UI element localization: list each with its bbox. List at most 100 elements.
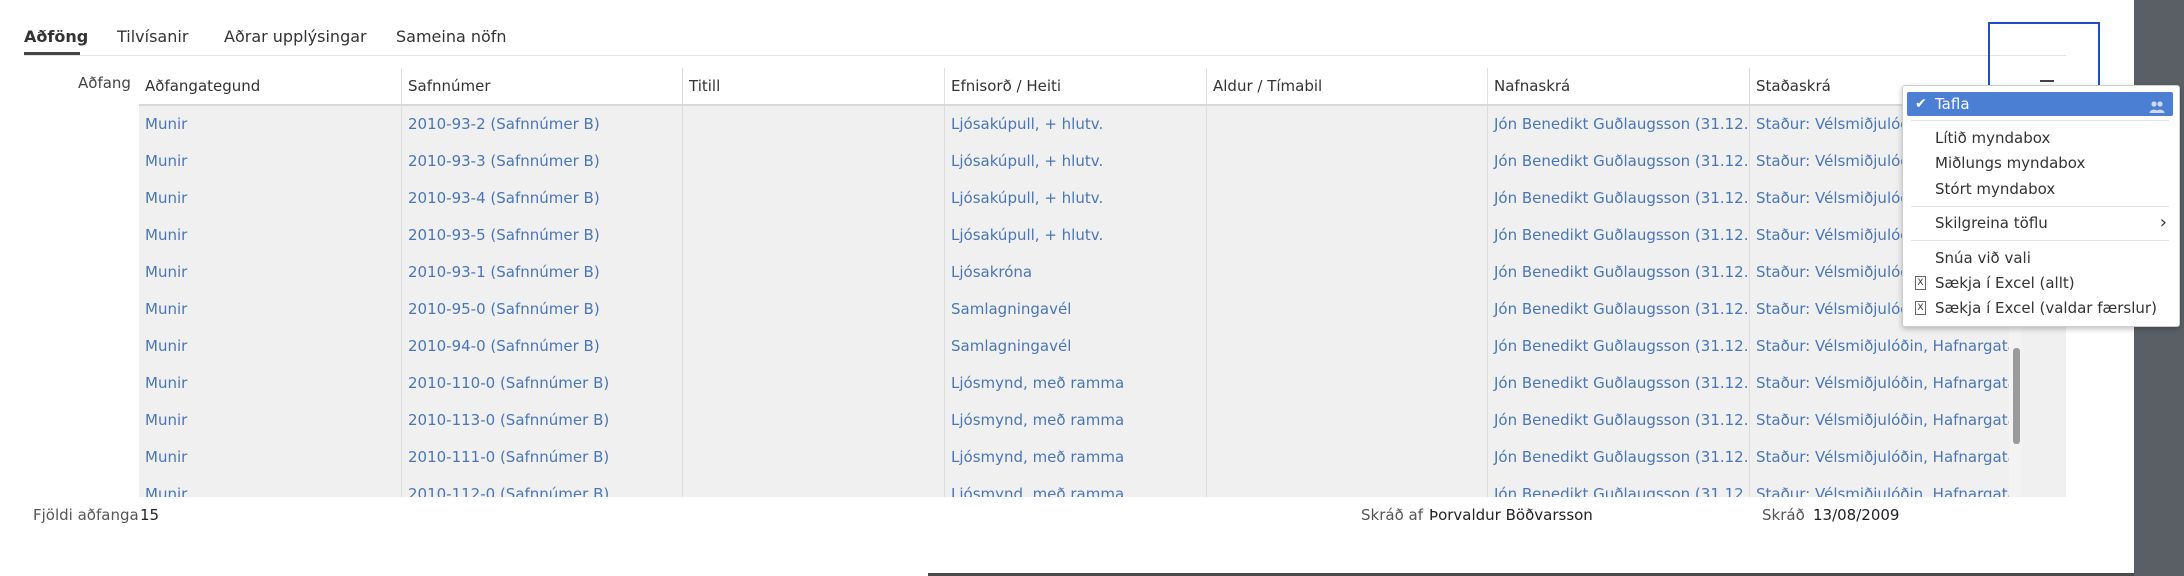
menu-item-stort-myndabox[interactable]: Stórt myndabox [1903, 177, 2177, 201]
cell-efnisord[interactable]: Ljósmynd, með ramma [944, 365, 1206, 402]
cell-safnnumer[interactable]: 2010-93-4 (Safnnúmer B) [401, 180, 682, 217]
table-row[interactable]: Munir 2010-93-3 (Safnnúmer B) Ljósakúpull,… [139, 143, 2009, 181]
scrollbar-thumb[interactable] [2013, 348, 2020, 444]
column-header-adfangategund[interactable]: Aðfangategund [139, 68, 401, 104]
cell-efnisord[interactable]: Ljósmynd, með ramma [944, 439, 1206, 476]
cell-nafnaskra[interactable]: Jón Benedikt Guðlaugsson (31.12.1 [1487, 476, 1749, 497]
cell-nafnaskra[interactable]: Jón Benedikt Guðlaugsson (31.12.1 [1487, 402, 1749, 439]
menu-item-label: Skilgreina töflu [1935, 214, 2048, 232]
tab-sameina-nofn[interactable]: Sameina nöfn [396, 27, 507, 46]
cell-efnisord[interactable]: Samlagningavél [944, 328, 1206, 365]
cell-titill [682, 254, 944, 291]
menu-item-litid-myndabox[interactable]: Lítið myndabox [1903, 126, 2177, 150]
cell-aldur [1206, 143, 1487, 180]
table-row[interactable]: Munir 2010-95-0 (Safnnúmer B) Samlagningav… [139, 291, 2009, 329]
cell-safnnumer[interactable]: 2010-95-0 (Safnnúmer B) [401, 291, 682, 328]
cell-safnnumer[interactable]: 2010-112-0 (Safnnúmer B) [401, 476, 682, 497]
cell-safnnumer[interactable]: 2010-94-0 (Safnnúmer B) [401, 328, 682, 365]
cell-efnisord[interactable]: Ljósmynd, með ramma [944, 476, 1206, 497]
cell-aldur [1206, 180, 1487, 217]
table-row[interactable]: Munir 2010-111-0 (Safnnúmer B) Ljósmynd, m… [139, 439, 2009, 477]
cell-nafnaskra[interactable]: Jón Benedikt Guðlaugsson (31.12.1 [1487, 254, 1749, 291]
table-row[interactable]: Munir 2010-112-0 (Safnnúmer B) Ljósmynd, m… [139, 476, 2009, 497]
cell-aldur [1206, 328, 1487, 365]
cell-nafnaskra[interactable]: Jón Benedikt Guðlaugsson (31.12.1 [1487, 143, 1749, 180]
table-row[interactable]: Munir 2010-110-0 (Safnnúmer B) Ljósmynd, m… [139, 365, 2009, 403]
cell-nafnaskra[interactable]: Jón Benedikt Guðlaugsson (31.12.1 [1487, 180, 1749, 217]
cell-type[interactable]: Munir [139, 439, 401, 476]
menu-item-label: Sækja í Excel (valdar færslur) [1935, 299, 2157, 317]
cell-safnnumer[interactable]: 2010-93-3 (Safnnúmer B) [401, 143, 682, 180]
cell-nafnaskra[interactable]: Jón Benedikt Guðlaugsson (31.12.1 [1487, 217, 1749, 254]
cell-type[interactable]: Munir [139, 106, 401, 143]
menu-item-tafla[interactable]: ✔ Tafla [1907, 92, 2173, 116]
excel-file-icon: X [1915, 301, 1926, 315]
menu-item-saekja-excel-valdar[interactable]: X Sækja í Excel (valdar færslur) [1903, 296, 2177, 320]
chevron-right-icon: › [2159, 212, 2167, 233]
cell-stadaskra[interactable]: Staður: Vélsmiðjulóðin, Hafnargata [1749, 476, 2009, 497]
checkmark-icon: ✔ [1915, 96, 1927, 112]
menu-item-snua-vid-vali[interactable]: Snúa við vali [1903, 246, 2177, 270]
cell-titill [682, 365, 944, 402]
column-header-titill[interactable]: Titill [682, 68, 944, 104]
column-header-safnnumer[interactable]: Safnnúmer [401, 68, 682, 104]
cell-safnnumer[interactable]: 2010-113-0 (Safnnúmer B) [401, 402, 682, 439]
cell-type[interactable]: Munir [139, 180, 401, 217]
cell-type[interactable]: Munir [139, 143, 401, 180]
cell-stadaskra[interactable]: Staður: Vélsmiðjulóðin, Hafnargata [1749, 328, 2009, 365]
excel-file-icon: X [1915, 276, 1926, 290]
column-header-nafnaskra[interactable]: Nafnaskrá [1487, 68, 1749, 104]
table-row[interactable]: Munir 2010-94-0 (Safnnúmer B) Samlagningav… [139, 328, 2009, 366]
cell-type[interactable]: Munir [139, 476, 401, 497]
column-header-aldur[interactable]: Aldur / Tímabil [1206, 68, 1487, 104]
cell-efnisord[interactable]: Ljósakúpull, + hlutv. [944, 217, 1206, 254]
column-header-efnisord[interactable]: Efnisorð / Heiti [944, 68, 1206, 104]
cell-aldur [1206, 106, 1487, 143]
cell-titill [682, 291, 944, 328]
cell-efnisord[interactable]: Ljósakróna [944, 254, 1206, 291]
cell-type[interactable]: Munir [139, 217, 401, 254]
menu-item-saekja-excel-allt[interactable]: X Sækja í Excel (allt) [1903, 271, 2177, 295]
cell-stadaskra[interactable]: Staður: Vélsmiðjulóðin, Hafnargata [1749, 402, 2009, 439]
cell-safnnumer[interactable]: 2010-93-2 (Safnnúmer B) [401, 106, 682, 143]
cell-type[interactable]: Munir [139, 365, 401, 402]
cell-nafnaskra[interactable]: Jón Benedikt Guðlaugsson (31.12.1 [1487, 439, 1749, 476]
table-row[interactable]: Munir 2010-113-0 (Safnnúmer B) Ljósmynd, m… [139, 402, 2009, 440]
menu-item-midlungs-myndabox[interactable]: Miðlungs myndabox [1903, 151, 2177, 175]
cell-efnisord[interactable]: Ljósakúpull, + hlutv. [944, 143, 1206, 180]
cell-safnnumer[interactable]: 2010-93-5 (Safnnúmer B) [401, 217, 682, 254]
cell-aldur [1206, 291, 1487, 328]
cell-nafnaskra[interactable]: Jón Benedikt Guðlaugsson (31.12.1 [1487, 365, 1749, 402]
table-row[interactable]: Munir 2010-93-5 (Safnnúmer B) Ljósakúpull,… [139, 217, 2009, 255]
tab-adfong[interactable]: Aðföng [24, 27, 88, 46]
cell-nafnaskra[interactable]: Jón Benedikt Guðlaugsson (31.12.1 [1487, 328, 1749, 365]
cell-titill [682, 143, 944, 180]
cell-titill [682, 476, 944, 497]
cell-efnisord[interactable]: Samlagningavél [944, 291, 1206, 328]
registered-date-label: Skráð [1762, 506, 1805, 524]
cell-efnisord[interactable]: Ljósmynd, með ramma [944, 402, 1206, 439]
table-row[interactable]: Munir 2010-93-1 (Safnnúmer B) Ljósakróna Jó… [139, 254, 2009, 292]
cell-type[interactable]: Munir [139, 291, 401, 328]
cell-safnnumer[interactable]: 2010-110-0 (Safnnúmer B) [401, 365, 682, 402]
cell-stadaskra[interactable]: Staður: Vélsmiðjulóðin, Hafnargata [1749, 365, 2009, 402]
tab-tilvisanir[interactable]: Tilvísanir [117, 27, 188, 46]
tab-adrar-upplysingar[interactable]: Aðrar upplýsingar [224, 27, 367, 46]
table-row[interactable]: Munir 2010-93-4 (Safnnúmer B) Ljósakúpull,… [139, 180, 2009, 218]
cell-nafnaskra[interactable]: Jón Benedikt Guðlaugsson (31.12.1 [1487, 291, 1749, 328]
cell-titill [682, 217, 944, 254]
active-tab-indicator [24, 52, 80, 55]
cell-aldur [1206, 365, 1487, 402]
table-row[interactable]: Munir 2010-93-2 (Safnnúmer B) Ljósakúpull,… [139, 106, 2009, 144]
table-header: Aðfangategund Safnnúmer Titill Efnisorð … [139, 68, 2066, 106]
cell-safnnumer[interactable]: 2010-111-0 (Safnnúmer B) [401, 439, 682, 476]
cell-stadaskra[interactable]: Staður: Vélsmiðjulóðin, Hafnargata [1749, 439, 2009, 476]
cell-type[interactable]: Munir [139, 402, 401, 439]
cell-type[interactable]: Munir [139, 328, 401, 365]
cell-efnisord[interactable]: Ljósakúpull, + hlutv. [944, 106, 1206, 143]
cell-safnnumer[interactable]: 2010-93-1 (Safnnúmer B) [401, 254, 682, 291]
cell-efnisord[interactable]: Ljósakúpull, + hlutv. [944, 180, 1206, 217]
cell-type[interactable]: Munir [139, 254, 401, 291]
cell-nafnaskra[interactable]: Jón Benedikt Guðlaugsson (31.12.1 [1487, 106, 1749, 143]
menu-item-skilgreina-toflu[interactable]: Skilgreina töflu › [1903, 211, 2177, 235]
